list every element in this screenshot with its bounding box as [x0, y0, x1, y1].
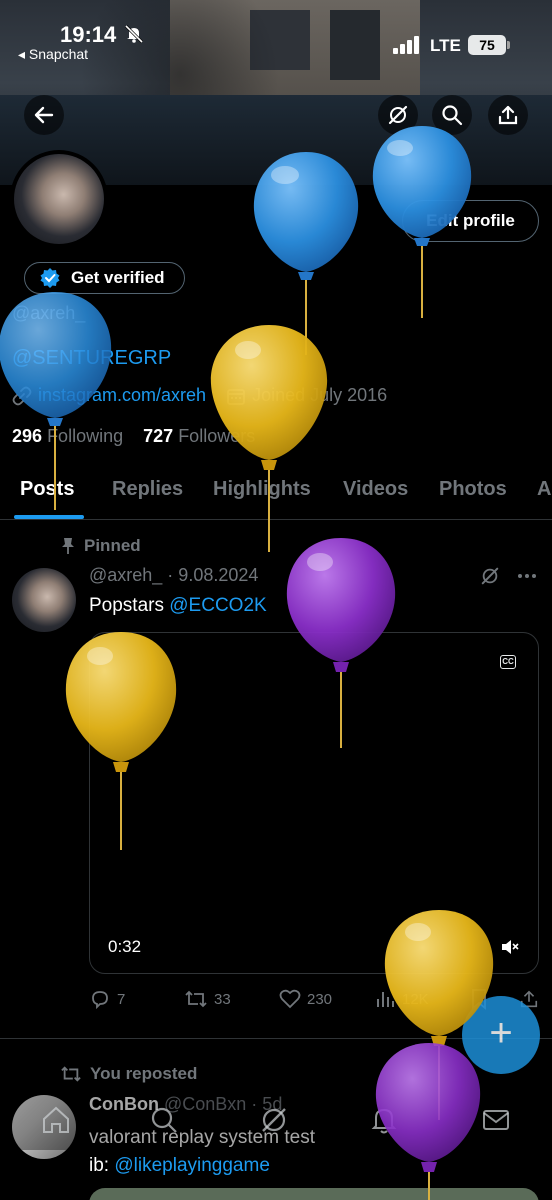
profile-avatar[interactable]: [10, 150, 108, 248]
post-top-actions: [480, 566, 538, 586]
status-bar: 19:14 ◂ Snapchat LTE 75: [0, 0, 552, 70]
repost-icon: [61, 1066, 81, 1082]
signal-icon: [393, 36, 419, 54]
reply-action[interactable]: 7: [89, 988, 125, 1010]
share-icon: [498, 105, 518, 125]
active-tab-indicator: [14, 515, 84, 519]
repost-prefix: ib:: [89, 1155, 115, 1176]
compose-post-button[interactable]: +: [462, 996, 540, 1074]
profile-bio-mention[interactable]: @SENTUREGRP: [12, 347, 171, 370]
captions-icon[interactable]: CC: [500, 655, 516, 669]
edit-profile-button[interactable]: Edit profile: [402, 200, 539, 242]
following-link[interactable]: 296 Following: [12, 426, 123, 446]
bell-icon[interactable]: [368, 1104, 400, 1136]
arrow-left-icon: [34, 106, 54, 124]
post-body: Popstars: [89, 595, 164, 616]
post-author-avatar[interactable]: [12, 568, 76, 632]
mail-icon[interactable]: [480, 1104, 512, 1136]
profile-tabs: Posts Replies Highlights Videos Photos A: [0, 470, 552, 520]
profile-link[interactable]: instagram.com/axreh: [38, 385, 206, 406]
following-label: Following: [47, 426, 124, 446]
grok-icon: [388, 105, 408, 125]
views-action[interactable]: 12K: [374, 988, 429, 1010]
grok-icon[interactable]: [258, 1104, 290, 1136]
tab-highlights[interactable]: Highlights: [213, 478, 311, 501]
post-video[interactable]: CC 0:32: [89, 632, 539, 974]
more-options-icon[interactable]: [516, 566, 538, 586]
tab-videos[interactable]: Videos: [343, 478, 408, 501]
tab-articles[interactable]: A: [537, 478, 551, 501]
joined-date: Joined July 2016: [252, 385, 388, 405]
share-button[interactable]: [488, 95, 528, 135]
bell-off-icon: [124, 24, 144, 44]
calendar-icon: [227, 388, 245, 405]
followers-link[interactable]: 727 Followers: [143, 426, 255, 446]
views-icon: [377, 992, 394, 1007]
pinned-label: Pinned: [60, 536, 141, 556]
repost-mention[interactable]: @likeplayinggame: [114, 1155, 270, 1176]
avatar-photo: [14, 154, 104, 244]
profile-meta: instagram.com/axreh Joined July 2016: [12, 385, 387, 406]
followers-count: 727: [143, 426, 174, 446]
profile-handle: @axreh_: [12, 303, 86, 323]
network-type: LTE: [430, 36, 461, 55]
post-mention[interactable]: @ECCO2K: [169, 595, 266, 616]
search-icon[interactable]: [148, 1104, 180, 1136]
followers-label: Followers: [178, 426, 256, 446]
mute-icon[interactable]: [500, 937, 520, 957]
heart-icon: [279, 989, 301, 1009]
battery-tip: [507, 41, 510, 49]
bottom-navigation: [0, 1088, 552, 1150]
link-icon: [12, 386, 32, 405]
pinned-text: Pinned: [84, 536, 141, 555]
pin-icon: [62, 538, 74, 554]
tab-posts[interactable]: Posts: [20, 478, 74, 501]
grok-button[interactable]: [378, 95, 418, 135]
home-icon[interactable]: [40, 1104, 72, 1136]
search-icon: [442, 105, 463, 126]
back-button[interactable]: [24, 95, 64, 135]
follow-counts: 296 Following 727 Followers: [12, 426, 255, 447]
like-action[interactable]: 230: [279, 988, 332, 1010]
repost-count: 33: [214, 990, 231, 1008]
following-count: 296: [12, 426, 43, 446]
grok-icon[interactable]: [480, 566, 500, 586]
back-to-app-link[interactable]: ◂ Snapchat: [18, 46, 88, 63]
reply-count: 7: [117, 990, 126, 1008]
reposted-label: You reposted: [60, 1064, 197, 1084]
tab-photos[interactable]: Photos: [439, 478, 507, 501]
repost-action[interactable]: 33: [184, 988, 231, 1010]
battery-indicator: 75: [468, 35, 506, 55]
repost-body-line2: ib: @likeplayinggame: [89, 1152, 315, 1180]
get-verified-button[interactable]: Get verified: [24, 262, 185, 294]
view-count: 12K: [402, 990, 429, 1008]
repost-icon: [185, 990, 207, 1008]
like-count: 230: [307, 990, 333, 1008]
post-text: Popstars @ECCO2K: [89, 595, 267, 617]
get-verified-label: Get verified: [71, 268, 165, 287]
post-header: @axreh_ · 9.08.2024: [89, 565, 259, 585]
status-time: 19:14: [60, 22, 117, 47]
reposted-text: You reposted: [90, 1064, 198, 1083]
verified-badge-icon: [40, 268, 60, 288]
search-button[interactable]: [432, 95, 472, 135]
video-duration: 0:32: [108, 937, 142, 956]
tab-replies[interactable]: Replies: [112, 478, 183, 501]
reply-icon: [92, 991, 108, 1010]
repost-media[interactable]: [89, 1188, 539, 1200]
